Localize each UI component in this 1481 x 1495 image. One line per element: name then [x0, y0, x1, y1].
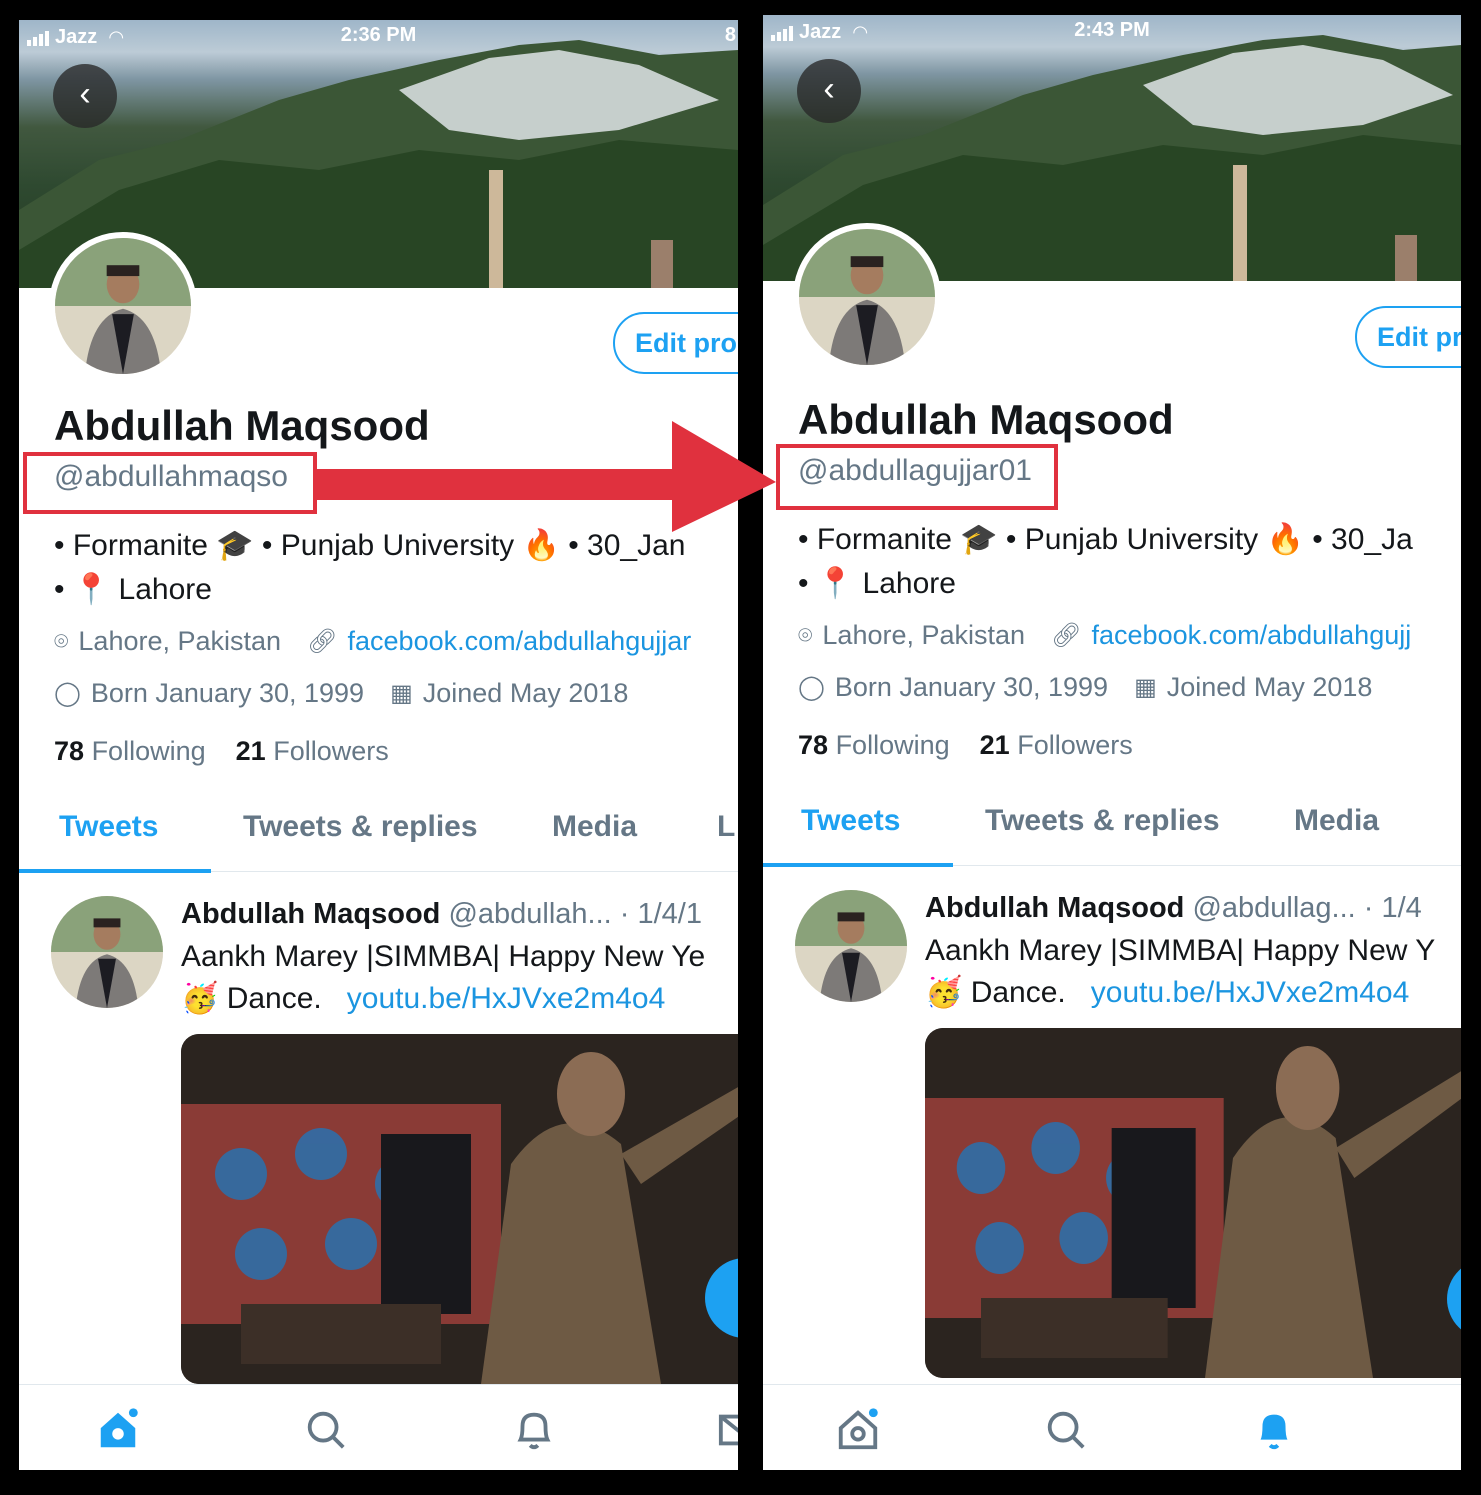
bottom-navigation	[763, 1384, 1461, 1470]
back-button[interactable]: ‹	[797, 59, 861, 123]
tweet-author-name: Abdullah Maqsood	[925, 892, 1185, 924]
profile-bio-line-2: • 📍 Lahore	[54, 573, 212, 606]
tab-tweets-replies[interactable]: Tweets & replies	[243, 810, 478, 844]
tweet-text-line-2: 🥳 Dance. youtu.be/HxJVxe2m4o4	[925, 972, 1409, 1014]
old-handle-highlight-box	[23, 452, 317, 514]
search-icon[interactable]	[303, 1407, 349, 1453]
tweet-link[interactable]: youtu.be/HxJVxe2m4o4	[347, 982, 666, 1015]
profile-website-link[interactable]: facebook.com/abdullahgujjar	[348, 626, 692, 657]
tweet-author-avatar[interactable]	[51, 896, 163, 1008]
followers-label: Followers	[273, 736, 389, 766]
chevron-left-icon: ‹	[823, 70, 835, 108]
calendar-icon: ▦	[1134, 674, 1157, 701]
profile-website-link[interactable]: facebook.com/abdullahgujj	[1092, 620, 1412, 651]
home-icon[interactable]	[95, 1407, 141, 1453]
tab-tweets[interactable]: Tweets	[801, 804, 900, 838]
tweet-header: Abdullah Maqsood @abdullah... · 1/4/1	[181, 898, 702, 931]
profile-location: Lahore, Pakistan	[822, 620, 1026, 650]
tweet-date: · 1/4	[1363, 892, 1422, 924]
profile-avatar[interactable]	[793, 223, 941, 371]
followers-label: Followers	[1017, 730, 1133, 760]
profile-name: Abdullah Maqsood	[798, 396, 1174, 443]
tweet-media-image[interactable]	[925, 1028, 1461, 1378]
bottom-navigation	[19, 1384, 738, 1470]
follow-counts: 78 Following 21 Followers	[54, 736, 389, 767]
following-count: 78	[54, 736, 85, 766]
profile-joined-date: Joined May 2018	[422, 678, 629, 708]
status-time: 2:43 PM	[1074, 19, 1150, 41]
following-label: Following	[91, 736, 206, 766]
following-label: Following	[835, 730, 950, 760]
tweet-header: Abdullah Maqsood @abdullag... · 1/4	[925, 892, 1422, 925]
active-tab-indicator	[19, 869, 211, 873]
tweet-author-avatar[interactable]	[795, 890, 907, 1002]
arrow-right-icon	[317, 421, 776, 532]
calendar-icon: ▦	[390, 680, 413, 707]
bell-icon[interactable]	[511, 1407, 557, 1453]
tweet-date: · 1/4/1	[619, 898, 702, 930]
tab-tweets[interactable]: Tweets	[59, 810, 158, 844]
mail-icon[interactable]	[717, 1407, 738, 1453]
profile-birthdate: Born January 30, 1999	[834, 672, 1109, 702]
balloon-icon: ◯	[798, 674, 825, 701]
profile-meta-row-2: ◯ Born January 30, 1999 ▦ Joined May 201…	[54, 678, 628, 709]
profile-tabs: Tweets Tweets & replies Media	[763, 786, 1461, 867]
link-icon: 🔗︎	[307, 628, 338, 655]
follow-counts: 78 Following 21 Followers	[798, 730, 1133, 761]
profile-location: Lahore, Pakistan	[78, 626, 282, 656]
chevron-left-icon: ‹	[79, 75, 91, 113]
link-icon: 🔗︎	[1051, 622, 1082, 649]
bell-icon[interactable]	[1251, 1407, 1297, 1453]
followers-link[interactable]: 21 Followers	[980, 730, 1133, 760]
status-time: 2:36 PM	[340, 24, 417, 46]
home-icon[interactable]	[835, 1407, 881, 1453]
followers-count: 21	[979, 730, 1010, 760]
following-link[interactable]: 78 Following	[798, 730, 950, 760]
profile-meta-row-2: ◯ Born January 30, 1999 ▦ Joined May 201…	[798, 672, 1372, 703]
tweet-author-handle: @abdullag...	[1192, 892, 1356, 924]
tweet-text-line-1: Aankh Marey |SIMMBA| Happy New Y	[925, 934, 1436, 967]
status-bar: Jazz ◠ 2:43 PM	[763, 15, 1461, 49]
profile-screen-after: Jazz ◠ 2:43 PM ‹ Edit pr Abdullah Maqsoo…	[763, 15, 1461, 1470]
followers-count: 21	[235, 736, 266, 766]
following-link[interactable]: 78 Following	[54, 736, 206, 766]
map-pin-icon: ⌾	[54, 627, 69, 655]
tweet-text-prefix: 🥳 Dance.	[181, 982, 322, 1015]
tab-media[interactable]: Media	[552, 810, 637, 844]
tweet-media-image[interactable]	[181, 1034, 738, 1384]
back-button[interactable]: ‹	[53, 64, 117, 128]
battery-percent: 8	[724, 24, 736, 46]
tweet-text-prefix: 🥳 Dance.	[925, 976, 1066, 1009]
edit-profile-button[interactable]: Edit pro	[613, 312, 738, 374]
tweet-author-handle: @abdullah...	[448, 898, 612, 930]
tab-tweets-replies[interactable]: Tweets & replies	[985, 804, 1220, 838]
balloon-icon: ◯	[54, 680, 81, 707]
profile-meta-row-1: ⌾ Lahore, Pakistan 🔗︎ facebook.com/abdul…	[798, 620, 1411, 651]
profile-tabs: Tweets Tweets & replies Media L	[19, 792, 738, 873]
new-handle-highlight-box	[776, 444, 1058, 510]
profile-bio-line-1: • Formanite 🎓 • Punjab University 🔥 • 30…	[798, 523, 1413, 556]
status-bar: Jazz ◠ 2:36 PM 8	[19, 20, 738, 54]
edit-profile-button[interactable]: Edit pr	[1355, 306, 1461, 368]
tab-likes[interactable]: L	[717, 810, 735, 844]
profile-joined-date: Joined May 2018	[1166, 672, 1373, 702]
tweet-text-line-1: Aankh Marey |SIMMBA| Happy New Ye	[181, 940, 706, 973]
profile-meta-row-1: ⌾ Lahore, Pakistan 🔗︎ facebook.com/abdul…	[54, 626, 691, 657]
map-pin-icon: ⌾	[798, 621, 813, 649]
following-count: 78	[798, 730, 829, 760]
tweet-link[interactable]: youtu.be/HxJVxe2m4o4	[1091, 976, 1410, 1009]
tweet-text-line-2: 🥳 Dance. youtu.be/HxJVxe2m4o4	[181, 978, 665, 1020]
profile-bio-line-2: • 📍 Lahore	[798, 567, 956, 600]
profile-birthdate: Born January 30, 1999	[90, 678, 365, 708]
tab-media[interactable]: Media	[1294, 804, 1379, 838]
profile-avatar[interactable]	[49, 232, 197, 380]
followers-link[interactable]: 21 Followers	[236, 736, 389, 766]
profile-screen-before: Jazz ◠ 2:36 PM 8 ‹ Edit pro Abdullah Maq…	[19, 20, 738, 1470]
search-icon[interactable]	[1043, 1407, 1089, 1453]
active-tab-indicator	[763, 863, 953, 867]
tweet-author-name: Abdullah Maqsood	[181, 898, 441, 930]
